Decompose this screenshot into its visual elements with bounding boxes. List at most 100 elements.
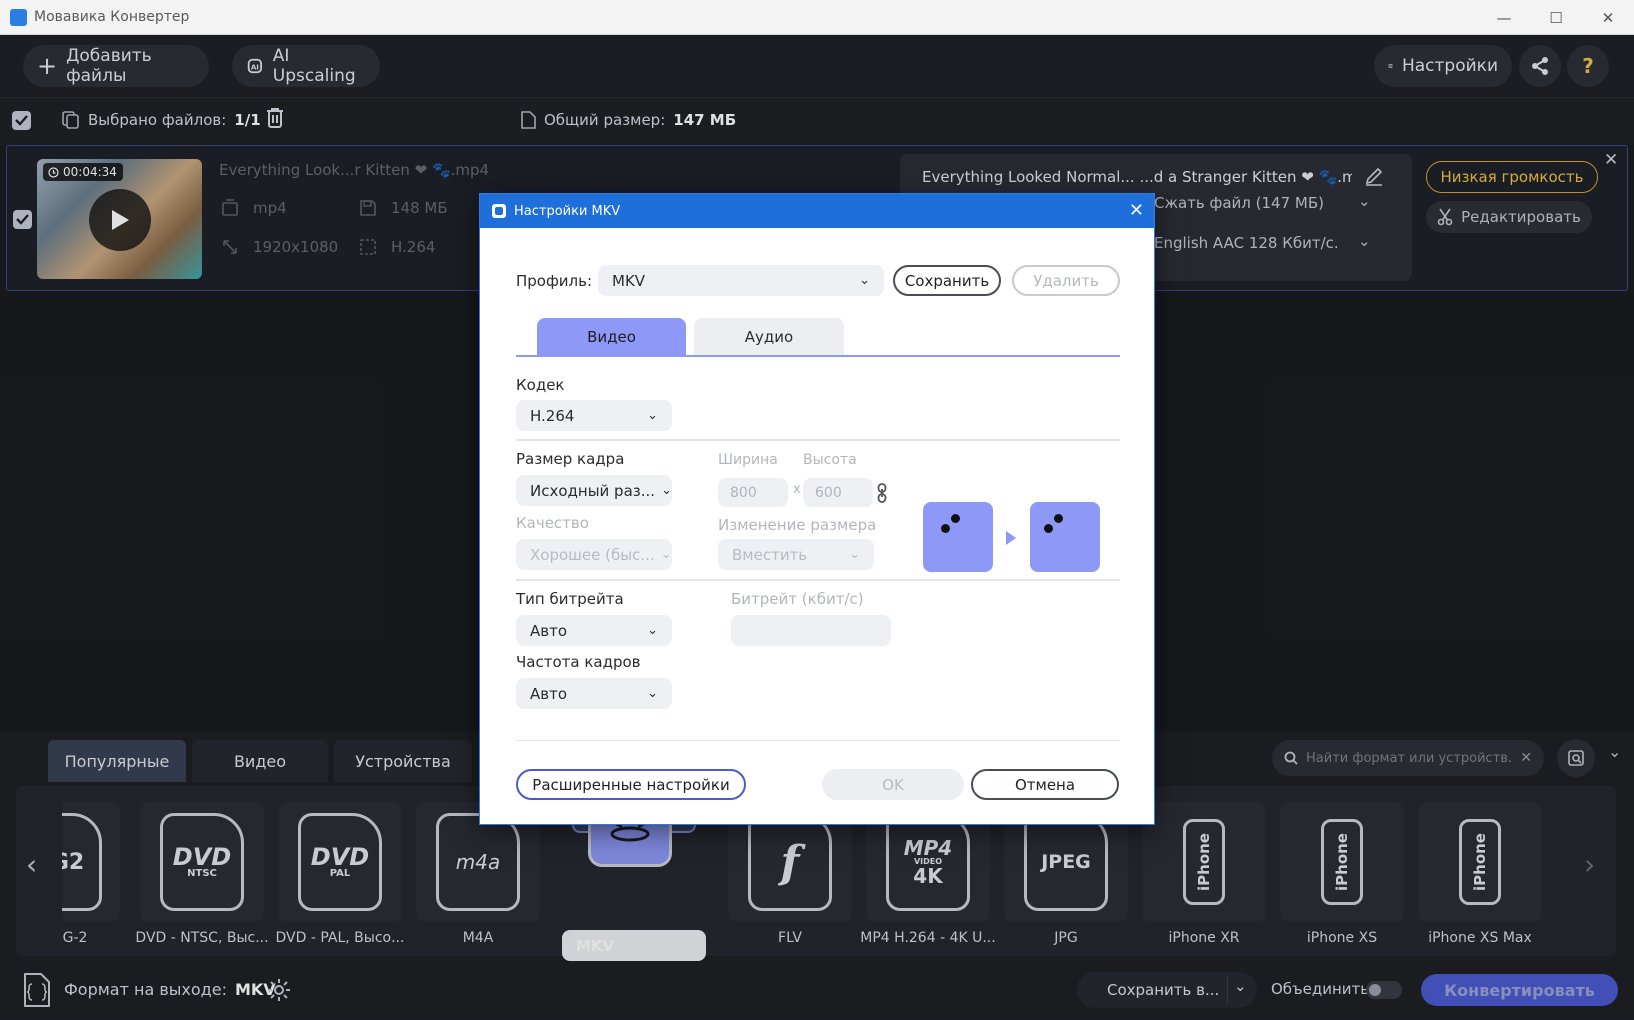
- ai-upscaling-button[interactable]: AI AI Upscaling: [232, 45, 380, 87]
- frame-size-label: Размер кадра: [516, 450, 625, 468]
- check-icon: [15, 115, 28, 126]
- format-label-dvd-ntsc: DVD - NTSC, Выс...: [135, 930, 269, 946]
- resize-arrow-icon: [223, 240, 237, 254]
- selected-files-info: Выбрано файлов: 1/1: [62, 111, 261, 129]
- format-tile-mpeg2[interactable]: EG2: [62, 802, 120, 922]
- format-label-flv: FLV: [778, 930, 802, 946]
- trash-icon: [267, 108, 283, 128]
- merge-toggle[interactable]: [1366, 981, 1402, 999]
- audio-track-dropdown[interactable]: English AAC 128 Кбит/с...: [1154, 234, 1339, 252]
- container-icon: [222, 199, 238, 216]
- window-title: Мовавика Конвертер: [34, 9, 190, 25]
- tab-video-settings[interactable]: Видео: [537, 318, 686, 355]
- format-tile-iphone-xr[interactable]: iPhone: [1142, 802, 1266, 922]
- divider: [1227, 976, 1228, 1004]
- fps-select[interactable]: Авто ⌄: [516, 678, 672, 709]
- ai-chip-icon: AI: [247, 58, 262, 74]
- minimize-icon[interactable]: —: [1478, 0, 1530, 35]
- chevron-down-icon: ⌄: [647, 623, 658, 638]
- pencil-icon[interactable]: [1364, 166, 1384, 186]
- files-icon: [62, 111, 79, 129]
- edit-button[interactable]: Редактировать: [1426, 201, 1592, 233]
- fps-label: Частота кадров: [516, 653, 641, 671]
- chevron-down-icon: ⌄: [1358, 232, 1371, 250]
- play-button[interactable]: [89, 189, 151, 251]
- link-chain-icon[interactable]: [877, 483, 887, 503]
- source-file-name: Everything Look...r Kitten ❤ 🐾.mp4: [219, 161, 490, 179]
- width-label: Ширина: [718, 452, 778, 468]
- clock-icon: [48, 166, 59, 178]
- iphone-icon: iPhone: [1459, 819, 1501, 905]
- maximize-icon[interactable]: ☐: [1530, 0, 1582, 35]
- save-to-chevron-icon[interactable]: ⌄: [1234, 977, 1247, 995]
- compress-dropdown[interactable]: Сжать файл (147 МБ): [1154, 194, 1324, 212]
- format-tile-iphone-xs-max[interactable]: iPhone: [1418, 802, 1542, 922]
- delete-selected-button[interactable]: [265, 107, 285, 133]
- help-button[interactable]: ?: [1567, 45, 1609, 87]
- scissors-icon: [1437, 208, 1453, 226]
- mkv-settings-dialog: Настройки MKV ✕ Профиль: MKV ⌄ Сохранить…: [479, 193, 1155, 825]
- tab-devices[interactable]: Устройства: [334, 740, 472, 782]
- save-to-dropdown[interactable]: Сохранить в...: [1077, 972, 1257, 1008]
- format-tile-dvd-ntsc[interactable]: DVD NTSC: [140, 802, 264, 922]
- close-window-icon[interactable]: ✕: [1582, 0, 1634, 35]
- output-format-info: Формат на выходе: MKV: [64, 980, 276, 999]
- collapse-panel-icon[interactable]: ⌄: [1608, 742, 1621, 761]
- dialog-close-icon[interactable]: ✕: [1129, 200, 1144, 221]
- ok-button[interactable]: OK: [822, 769, 964, 800]
- cancel-button[interactable]: Отмена: [971, 769, 1119, 800]
- advanced-settings-button[interactable]: Расширенные настройки: [516, 769, 746, 800]
- resize-select[interactable]: Вместить ⌄: [718, 539, 874, 570]
- tab-popular[interactable]: Популярные: [48, 740, 186, 782]
- tab-underline: [516, 355, 1120, 357]
- clear-search-icon[interactable]: ✕: [1520, 750, 1532, 766]
- search-file-icon: [1568, 750, 1584, 766]
- select-all-checkbox[interactable]: [12, 111, 31, 130]
- save-profile-button[interactable]: Сохранить: [893, 265, 1001, 296]
- help-icon: ?: [1582, 54, 1594, 78]
- low-volume-badge[interactable]: Низкая громкость: [1426, 161, 1598, 193]
- format-label-iphone-xs: iPhone XS: [1306, 930, 1378, 946]
- format-tile-dvd-pal[interactable]: DVD PAL: [278, 802, 402, 922]
- height-input[interactable]: 600: [803, 478, 873, 507]
- tab-audio-settings[interactable]: Аудио: [694, 318, 844, 355]
- output-format-icon: [24, 973, 50, 1007]
- gear-icon[interactable]: [266, 977, 292, 1003]
- scroll-left-icon[interactable]: ‹: [26, 848, 37, 881]
- format-tile-iphone-xs[interactable]: iPhone: [1280, 802, 1404, 922]
- search-placeholder: Найти формат или устройств...: [1306, 750, 1513, 766]
- format-label-dvd-pal: DVD - PAL, Высо...: [275, 930, 405, 946]
- divider: [516, 740, 1120, 741]
- footer-bar: Формат на выходе: MKV Сохранить в... ⌄ О…: [0, 962, 1634, 1020]
- tab-video[interactable]: Видео: [192, 740, 328, 782]
- share-button[interactable]: [1519, 45, 1561, 87]
- duration-badge: 00:04:34: [43, 163, 123, 181]
- chevron-down-icon: ⌄: [1358, 192, 1371, 210]
- codec-label: Кодек: [516, 376, 565, 394]
- convert-button[interactable]: Конвертировать: [1421, 974, 1618, 1006]
- chevron-down-icon: ⌄: [849, 547, 860, 562]
- delete-profile-button[interactable]: Удалить: [1012, 265, 1120, 296]
- settings-button[interactable]: Настройки: [1374, 45, 1512, 87]
- source-container: mp4: [221, 199, 287, 217]
- codec-select[interactable]: H.264 ⌄: [516, 400, 672, 431]
- frame-size-select[interactable]: Исходный раз... ⌄: [516, 475, 672, 506]
- bitrate-type-select[interactable]: Авто ⌄: [516, 615, 672, 646]
- width-input[interactable]: 800: [718, 478, 788, 507]
- app-logo-icon: [10, 9, 27, 26]
- remove-file-icon[interactable]: ✕: [1604, 150, 1618, 170]
- file-checkbox[interactable]: [13, 210, 32, 229]
- format-preview-button[interactable]: [1557, 739, 1595, 777]
- video-thumbnail[interactable]: 00:04:34: [37, 159, 202, 279]
- format-search[interactable]: Найти формат или устройств... ✕: [1272, 740, 1544, 776]
- quality-select[interactable]: Хорошее (быс... ⌄: [516, 539, 672, 570]
- scroll-right-icon[interactable]: ›: [1584, 848, 1595, 881]
- bitrate-input[interactable]: [731, 615, 891, 646]
- source-size: 148 МБ: [359, 199, 448, 217]
- profile-select[interactable]: MKV ⌄: [598, 265, 884, 296]
- play-icon: [112, 210, 129, 230]
- add-files-button[interactable]: + Добавить файлы: [23, 45, 209, 87]
- target-frame-icon: [1030, 502, 1100, 572]
- resize-preview: [923, 502, 1103, 574]
- output-file-name[interactable]: Everything Looked Normal... ...d a Stran…: [922, 168, 1352, 186]
